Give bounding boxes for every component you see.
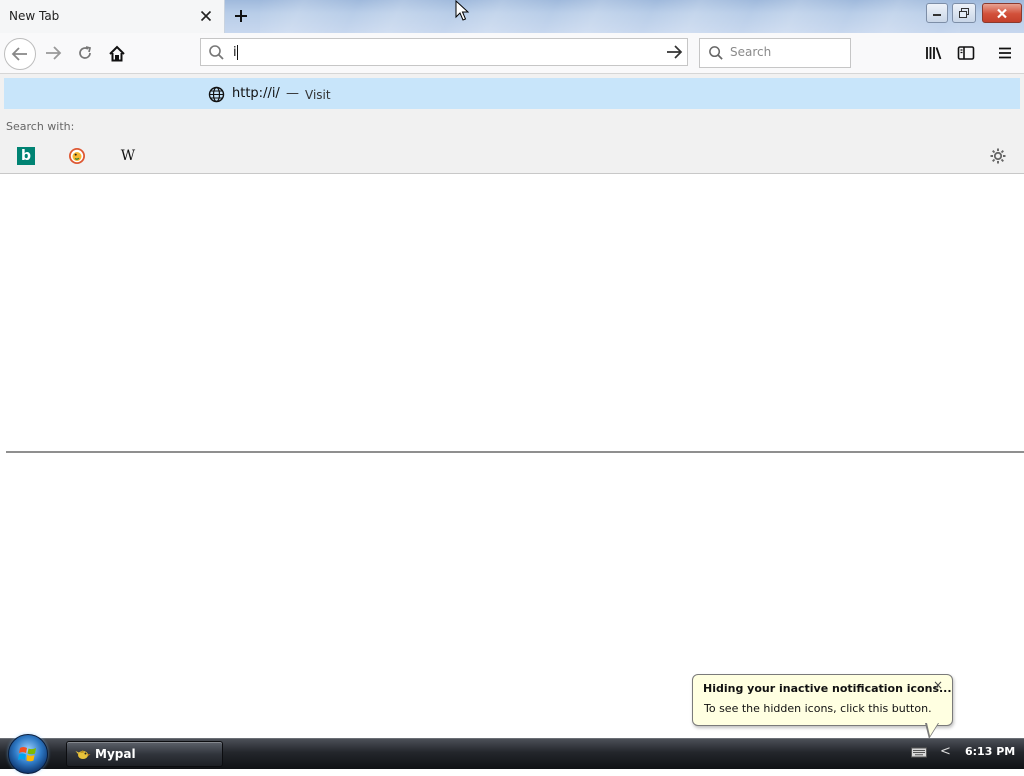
arrow-left-icon: [11, 47, 27, 61]
arrow-right-icon: [667, 45, 683, 59]
menu-button[interactable]: [991, 39, 1019, 67]
home-icon: [109, 45, 125, 61]
content-divider: [6, 451, 1024, 453]
search-settings-button[interactable]: [989, 147, 1007, 165]
bing-search-button[interactable]: b: [17, 147, 35, 165]
bing-icon: b: [20, 148, 32, 164]
url-input[interactable]: [233, 43, 653, 61]
urlbar-popup: http://i/ — Visit Search with: b W: [0, 74, 1024, 174]
balloon-title: Hiding your inactive notification icons.…: [703, 682, 952, 695]
close-icon: [997, 8, 1007, 18]
search-with-label: Search with:: [6, 120, 75, 133]
forward-button[interactable]: [39, 39, 67, 67]
restore-icon: [959, 7, 969, 18]
balloon-tail-fill: [927, 723, 938, 736]
show-hidden-icons-button[interactable]: <: [940, 744, 951, 759]
result-separator: —: [286, 86, 299, 101]
reload-button[interactable]: [71, 39, 99, 67]
system-clock[interactable]: 6:13 PM: [965, 745, 1015, 758]
start-button[interactable]: [8, 734, 48, 774]
duckduckgo-icon: [69, 148, 85, 164]
gear-icon: [990, 148, 1006, 164]
library-button[interactable]: [920, 39, 948, 67]
plus-icon: [235, 10, 247, 22]
balloon-close-button[interactable]: ×: [933, 678, 943, 692]
search-icon: [208, 44, 225, 64]
sidebar-icon: [957, 46, 975, 60]
close-icon: [200, 10, 212, 22]
globe-icon: [208, 86, 225, 106]
navigation-toolbar: [0, 33, 1024, 74]
duckduckgo-search-button[interactable]: [68, 147, 86, 165]
tab-close-button[interactable]: [198, 8, 214, 24]
minimize-icon: [933, 14, 941, 16]
search-input[interactable]: [730, 45, 842, 59]
wikipedia-icon: W: [120, 148, 136, 164]
tab-title: New Tab: [9, 9, 60, 23]
taskbar-app-label: Mypal: [95, 747, 136, 761]
hamburger-menu-icon: [999, 47, 1011, 59]
result-action: Visit: [305, 88, 331, 102]
wikipedia-search-button[interactable]: W: [119, 147, 137, 165]
mypal-icon: [75, 746, 91, 765]
popup-result-row[interactable]: http://i/ — Visit: [4, 78, 1020, 109]
go-button[interactable]: [665, 44, 683, 63]
home-button[interactable]: [103, 39, 131, 67]
text-caret: [237, 45, 238, 60]
url-bar[interactable]: [200, 38, 688, 66]
search-icon: [708, 45, 724, 64]
keyboard-icon[interactable]: [911, 746, 927, 761]
restore-button[interactable]: [952, 3, 976, 23]
balloon-text: To see the hidden icons, click this butt…: [704, 702, 932, 715]
windows-logo-icon: [18, 747, 36, 762]
notification-balloon[interactable]: Hiding your inactive notification icons.…: [692, 674, 953, 726]
tab-new-tab[interactable]: New Tab: [0, 0, 225, 33]
search-bar[interactable]: [699, 38, 851, 68]
window-close-button[interactable]: [982, 3, 1022, 23]
mouse-cursor-icon: [455, 0, 470, 25]
library-icon: [926, 47, 942, 60]
new-tab-button[interactable]: [229, 5, 253, 27]
result-url: http://i/: [232, 86, 280, 101]
sidebar-button[interactable]: [952, 39, 980, 67]
reload-icon: [79, 46, 92, 59]
back-button[interactable]: [4, 38, 36, 70]
minimize-button[interactable]: [926, 3, 948, 23]
arrow-right-icon: [46, 46, 62, 60]
taskbar-app-mypal[interactable]: Mypal: [66, 741, 223, 767]
